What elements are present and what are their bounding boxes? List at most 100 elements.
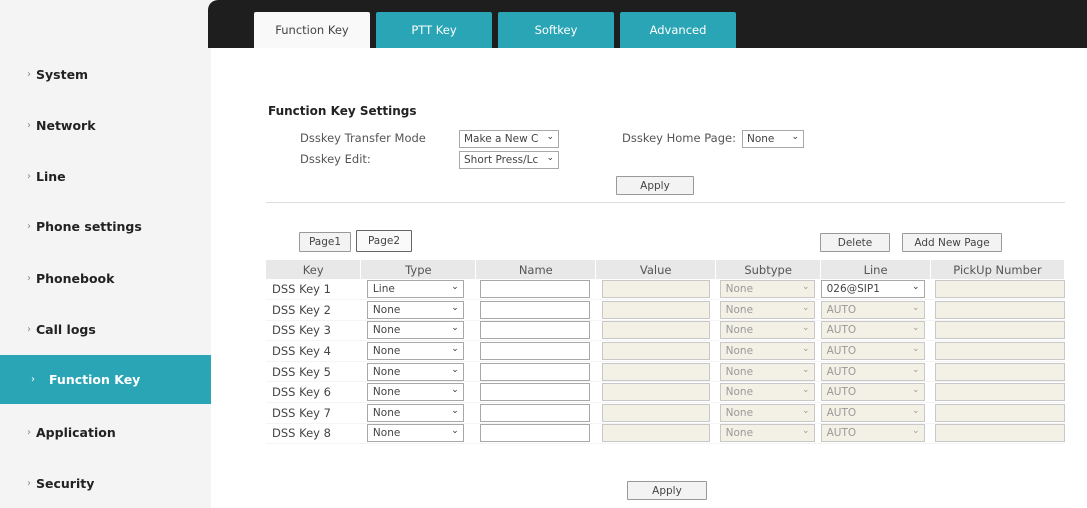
pickup-number-input[interactable] — [934, 300, 1065, 319]
pickup-number-input[interactable] — [934, 424, 1065, 443]
pickup-number-input[interactable] — [934, 403, 1065, 422]
type-select[interactable]: None ⌄ — [366, 362, 464, 381]
subtype-select[interactable]: None ⌄ — [719, 280, 815, 299]
header-key: Key — [266, 260, 362, 279]
pickup-number-input[interactable] — [934, 342, 1065, 361]
tab-softkey[interactable]: Softkey — [498, 12, 614, 48]
page1-button[interactable]: Page1 — [299, 232, 351, 252]
value-input[interactable] — [601, 403, 710, 422]
subtype-value: None — [725, 303, 754, 316]
sidebar-item-phone-settings[interactable]: › Phone settings — [0, 201, 211, 251]
chevron-down-icon: ⌄ — [912, 282, 920, 293]
type-select[interactable]: None ⌄ — [366, 424, 464, 443]
sidebar-item-label: Security — [36, 475, 95, 491]
chevron-right-icon: › — [27, 119, 31, 131]
tab-advanced[interactable]: Advanced — [620, 12, 736, 48]
sidebar-item-label: Application — [36, 424, 116, 440]
delete-button[interactable]: Delete — [820, 233, 890, 252]
sidebar-item-line[interactable]: › Line — [0, 151, 211, 201]
edit-label: Dsskey Edit: — [300, 152, 371, 166]
name-input[interactable] — [479, 300, 590, 319]
name-input[interactable] — [479, 403, 590, 422]
name-input[interactable] — [479, 321, 590, 340]
value-input[interactable] — [601, 342, 710, 361]
line-select[interactable]: AUTO ⌄ — [820, 403, 925, 422]
line-value: AUTO — [826, 365, 857, 378]
subtype-select[interactable]: None ⌄ — [719, 424, 815, 443]
line-select[interactable]: 026@SIP1 ⌄ — [820, 280, 925, 299]
subtype-select[interactable]: None ⌄ — [719, 362, 815, 381]
chevron-right-icon: › — [27, 220, 31, 232]
chevron-down-icon: ⌄ — [802, 426, 810, 437]
line-select[interactable]: AUTO ⌄ — [820, 342, 925, 361]
value-input[interactable] — [601, 321, 710, 340]
pickup-number-input[interactable] — [934, 321, 1065, 340]
tab-ptt-key[interactable]: PTT Key — [376, 12, 492, 48]
subtype-select[interactable]: None ⌄ — [719, 342, 815, 361]
sidebar-item-system[interactable]: › System — [0, 49, 211, 99]
edit-select[interactable]: Short Press/Lc ⌄ — [459, 151, 559, 169]
chevron-down-icon: ⌄ — [802, 282, 810, 293]
name-input[interactable] — [479, 424, 590, 443]
subtype-select[interactable]: None ⌄ — [719, 383, 815, 402]
chevron-down-icon: ⌄ — [451, 385, 459, 396]
sidebar-item-label: Call logs — [36, 321, 96, 337]
home-page-select[interactable]: None ⌄ — [742, 130, 804, 148]
sidebar-item-network[interactable]: › Network — [0, 100, 211, 150]
subtype-select[interactable]: None ⌄ — [719, 403, 815, 422]
chevron-down-icon: ⌄ — [791, 132, 799, 142]
type-value: None — [372, 406, 401, 419]
subtype-value: None — [725, 365, 754, 378]
subtype-select[interactable]: None ⌄ — [719, 300, 815, 319]
apply-settings-button[interactable]: Apply — [616, 176, 694, 195]
value-input[interactable] — [601, 280, 710, 299]
line-select[interactable]: AUTO ⌄ — [820, 362, 925, 381]
table-row: DSS Key 8 None ⌄ None ⌄ AUTO ⌄ — [266, 423, 1065, 445]
pickup-number-input[interactable] — [934, 280, 1065, 299]
sidebar-item-label: Network — [36, 117, 96, 133]
apply-table-button[interactable]: Apply — [627, 481, 707, 500]
key-cell: DSS Key 7 — [266, 402, 361, 424]
tab-function-key[interactable]: Function Key — [254, 12, 370, 48]
type-select[interactable]: None ⌄ — [366, 300, 464, 319]
value-input[interactable] — [601, 424, 710, 443]
type-select[interactable]: None ⌄ — [366, 321, 464, 340]
line-select[interactable]: AUTO ⌄ — [820, 321, 925, 340]
line-select[interactable]: AUTO ⌄ — [820, 424, 925, 443]
line-select[interactable]: AUTO ⌄ — [820, 300, 925, 319]
type-select[interactable]: None ⌄ — [366, 342, 464, 361]
sidebar-item-call-logs[interactable]: › Call logs — [0, 304, 211, 354]
sidebar-item-security[interactable]: › Security — [0, 458, 211, 508]
page2-button[interactable]: Page2 — [356, 230, 412, 252]
name-input[interactable] — [479, 280, 590, 299]
dsskey-table: Key Type Name Value Subtype Line PickUp … — [266, 260, 1065, 445]
line-select[interactable]: AUTO ⌄ — [820, 383, 925, 402]
transfer-mode-label: Dsskey Transfer Mode — [300, 131, 426, 145]
chevron-down-icon: ⌄ — [802, 364, 810, 375]
sidebar-item-function-key[interactable]: › Function Key — [0, 355, 211, 404]
type-select[interactable]: Line ⌄ — [366, 280, 464, 299]
type-select[interactable]: None ⌄ — [366, 383, 464, 402]
line-value: AUTO — [826, 324, 857, 337]
type-select[interactable]: None ⌄ — [366, 403, 464, 422]
name-input[interactable] — [479, 342, 590, 361]
transfer-mode-select[interactable]: Make a New C ⌄ — [459, 130, 559, 148]
value-input[interactable] — [601, 362, 710, 381]
pickup-number-input[interactable] — [934, 362, 1065, 381]
chevron-down-icon: ⌄ — [802, 323, 810, 334]
header-name: Name — [475, 260, 597, 279]
sidebar-item-label: Phonebook — [36, 270, 115, 286]
add-new-page-button[interactable]: Add New Page — [902, 233, 1002, 252]
sidebar-item-phonebook[interactable]: › Phonebook — [0, 253, 211, 303]
home-page-value: None — [747, 133, 775, 145]
subtype-select[interactable]: None ⌄ — [719, 321, 815, 340]
value-input[interactable] — [601, 383, 710, 402]
subtype-value: None — [725, 345, 754, 358]
chevron-down-icon: ⌄ — [912, 385, 920, 396]
value-input[interactable] — [601, 300, 710, 319]
sidebar-item-application[interactable]: › Application — [0, 407, 211, 457]
pickup-number-input[interactable] — [934, 383, 1065, 402]
chevron-down-icon: ⌄ — [912, 364, 920, 375]
name-input[interactable] — [479, 362, 590, 381]
name-input[interactable] — [479, 383, 590, 402]
